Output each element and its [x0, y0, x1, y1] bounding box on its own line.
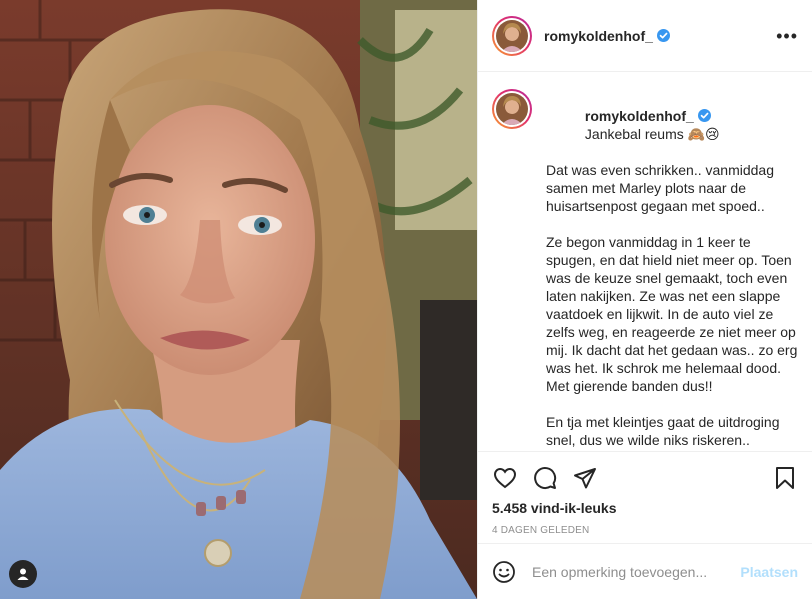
user-tag-icon [17, 568, 29, 580]
avatar-image [496, 19, 528, 52]
caption-title: Jankebal reums 🙈😢 [584, 126, 720, 142]
selfie-image [0, 0, 477, 599]
caption-username[interactable]: romykoldenhof_ [585, 108, 694, 124]
post-photo[interactable] [0, 0, 477, 599]
paper-plane-icon [574, 468, 596, 489]
verified-badge-icon [697, 109, 711, 122]
smiley-icon [493, 560, 515, 583]
verified-badge-icon [656, 29, 670, 42]
tag-people-button[interactable] [9, 560, 37, 588]
like-count[interactable]: 5.458 vind-ik-leuks [492, 500, 798, 516]
caption-text: romykoldenhof_ Jankebal reums 🙈😢 Dat was… [546, 89, 798, 449]
caption-paragraph: Ze begon vanmiddag in 1 keer te spugen, … [546, 234, 802, 394]
share-button[interactable] [572, 465, 598, 491]
caption-scroll-area[interactable]: romykoldenhof_ Jankebal reums 🙈😢 Dat was… [478, 73, 812, 451]
post-comment-button[interactable]: Plaatsen [740, 564, 798, 580]
comment-form: Plaatsen [478, 543, 812, 599]
heart-icon [493, 467, 517, 489]
post-actions: 5.458 vind-ik-leuks 4 dagen geleden [478, 451, 812, 536]
header-avatar[interactable] [492, 15, 532, 56]
caption-avatar[interactable] [492, 89, 532, 129]
comment-button[interactable] [532, 465, 558, 491]
caption-paragraph: En tja met kleintjes gaat de uitdroging … [546, 414, 784, 448]
avatar-image [496, 93, 528, 125]
post-side-panel: romykoldenhof_ ••• romykoldenhof_ Jankeb… [477, 0, 812, 599]
bookmark-icon [776, 467, 794, 489]
header-username[interactable]: romykoldenhof_ [544, 28, 653, 44]
more-options-button[interactable]: ••• [776, 27, 798, 45]
post-header: romykoldenhof_ ••• [478, 0, 812, 72]
comment-bubble-icon [534, 467, 557, 489]
comment-input[interactable] [532, 563, 731, 580]
caption-paragraph: Dat was even schrikken.. vanmiddag samen… [546, 162, 778, 214]
post-date[interactable]: 4 dagen geleden [492, 525, 798, 536]
save-button[interactable] [772, 465, 798, 491]
emoji-button[interactable] [492, 559, 518, 585]
action-icons [492, 452, 798, 498]
caption-row: romykoldenhof_ Jankebal reums 🙈😢 Dat was… [492, 89, 798, 449]
like-button[interactable] [492, 465, 518, 491]
